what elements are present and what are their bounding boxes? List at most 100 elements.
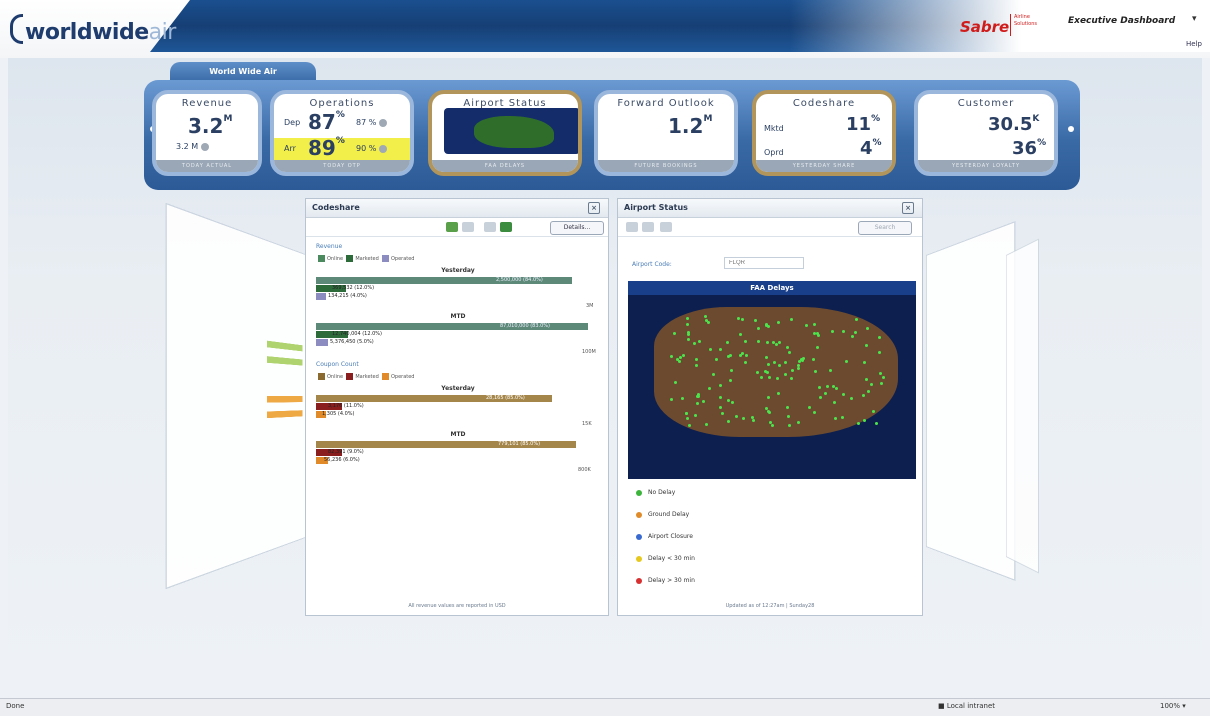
airport-marker-icon[interactable] — [718, 384, 722, 388]
kpi-card-airport-status[interactable]: Airport Status FAA DELAYS — [428, 90, 582, 176]
airport-marker-icon[interactable] — [811, 358, 815, 362]
airport-marker-icon[interactable] — [675, 357, 679, 361]
airport-marker-icon[interactable] — [720, 412, 724, 416]
side-bar — [267, 410, 303, 419]
airport-marker-icon[interactable] — [774, 342, 778, 346]
airport-marker-icon[interactable] — [776, 320, 780, 324]
airport-marker-icon[interactable] — [813, 369, 817, 373]
airport-marker-icon[interactable] — [730, 400, 734, 404]
kpi-card-operations[interactable]: Operations Dep 87% 87 % Arr 89% 90 % TOD… — [270, 90, 414, 176]
airport-marker-icon[interactable] — [834, 386, 838, 390]
airport-marker-icon[interactable] — [862, 360, 866, 364]
airport-marker-icon[interactable] — [777, 340, 781, 344]
airport-marker-icon[interactable] — [864, 377, 868, 381]
filter-icon[interactable] — [484, 222, 496, 232]
airport-marker-icon[interactable] — [738, 332, 742, 336]
airport-marker-icon[interactable] — [791, 368, 795, 372]
airport-marker-icon[interactable] — [728, 353, 732, 357]
airport-marker-icon[interactable] — [743, 360, 747, 364]
airport-marker-icon[interactable] — [684, 411, 688, 415]
airport-marker-icon[interactable] — [770, 423, 774, 427]
airport-marker-icon[interactable] — [726, 420, 730, 424]
airport-marker-icon[interactable] — [697, 392, 700, 396]
airport-marker-icon[interactable] — [863, 419, 867, 423]
search-button[interactable]: Search — [858, 221, 912, 235]
airport-marker-icon[interactable] — [786, 414, 790, 418]
chevron-down-icon[interactable]: ▾ — [1192, 14, 1197, 24]
airport-marker-icon[interactable] — [787, 423, 791, 427]
airport-marker-icon[interactable] — [871, 409, 875, 413]
legend-label: Marketed — [355, 256, 379, 262]
close-icon[interactable]: × — [588, 202, 600, 214]
airport-marker-icon[interactable] — [685, 416, 689, 420]
airport-marker-icon[interactable] — [841, 415, 845, 419]
kpi-tab-world-wide-air[interactable]: World Wide Air — [170, 62, 316, 82]
airport-marker-icon[interactable] — [775, 376, 779, 380]
airport-marker-icon[interactable] — [813, 410, 817, 414]
airport-marker-icon[interactable] — [817, 386, 821, 390]
kpi-card-codeshare[interactable]: Codeshare Mktd 11% Oprd 4% YESTERDAY SHA… — [752, 90, 896, 176]
airport-marker-icon[interactable] — [878, 350, 882, 354]
airport-marker-icon[interactable] — [841, 330, 845, 334]
airport-marker-icon[interactable] — [756, 326, 760, 330]
zoom-control[interactable]: 100% ▾ — [1160, 702, 1186, 710]
airport-marker-icon[interactable] — [687, 423, 691, 427]
airport-marker-icon[interactable] — [697, 339, 701, 343]
airport-marker-icon[interactable] — [784, 372, 787, 376]
kpi-card-revenue[interactable]: Revenue 3.2M 3.2 M TODAY ACTUAL — [152, 90, 262, 176]
airport-marker-icon[interactable] — [815, 345, 819, 349]
airport-marker-icon[interactable] — [823, 391, 827, 395]
airport-marker-icon[interactable] — [866, 326, 870, 330]
airport-marker-icon[interactable] — [797, 366, 801, 370]
faa-delays-map[interactable]: FAA Delays — [628, 281, 916, 479]
airport-toolbar: Search — [618, 218, 922, 237]
side-panel-right-1[interactable] — [926, 221, 1016, 581]
airport-marker-icon[interactable] — [669, 354, 673, 358]
airport-code-input[interactable] — [724, 257, 804, 269]
airport-marker-icon[interactable] — [773, 360, 777, 364]
airport-marker-icon[interactable] — [879, 382, 883, 385]
airport-marker-icon[interactable] — [786, 345, 790, 349]
airport-marker-icon[interactable] — [718, 347, 722, 351]
airport-marker-icon[interactable] — [812, 331, 816, 335]
airport-marker-icon[interactable] — [816, 333, 820, 337]
rail-right-arrow-icon[interactable] — [1068, 126, 1074, 132]
airport-marker-icon[interactable] — [740, 318, 744, 322]
airport-marker-icon[interactable] — [694, 363, 698, 367]
airport-marker-icon[interactable] — [760, 375, 764, 379]
airport-marker-icon[interactable] — [850, 334, 854, 338]
airport-marker-icon[interactable] — [879, 371, 883, 375]
airport-marker-icon[interactable] — [766, 410, 770, 414]
kpi-card-forward-outlook[interactable]: Forward Outlook 1.2M FUTURE BOOKINGS — [594, 90, 738, 176]
airport-marker-icon[interactable] — [757, 339, 761, 343]
side-panel-left[interactable] — [165, 202, 308, 590]
dashboard-selector[interactable]: Executive Dashboard — [1068, 16, 1175, 26]
airport-marker-icon[interactable] — [686, 322, 690, 326]
airport-marker-icon[interactable] — [701, 400, 705, 403]
close-icon[interactable]: × — [902, 202, 914, 214]
table-view-icon[interactable] — [462, 222, 474, 232]
kpi-card-customer[interactable]: Customer 30.5K 36% YESTERDAY LOYALTY — [914, 90, 1058, 176]
airport-marker-icon[interactable] — [833, 416, 837, 420]
map-view-icon[interactable] — [626, 222, 638, 232]
airport-marker-icon[interactable] — [874, 421, 878, 425]
airport-marker-icon[interactable] — [729, 368, 733, 372]
side-panel-right-2[interactable] — [1006, 238, 1039, 574]
help-link[interactable]: Help — [1186, 40, 1202, 48]
airport-marker-icon[interactable] — [841, 392, 845, 396]
airport-marker-icon[interactable] — [695, 402, 699, 406]
airport-marker-icon[interactable] — [818, 396, 822, 400]
airport-marker-icon[interactable] — [853, 331, 857, 335]
airport-marker-icon[interactable] — [766, 340, 770, 344]
excel-export-icon[interactable] — [500, 222, 512, 232]
details-button[interactable]: Details... — [550, 221, 604, 235]
airport-marker-icon[interactable] — [789, 317, 793, 321]
airport-marker-icon[interactable] — [856, 421, 860, 425]
trend-icon — [200, 142, 209, 151]
refresh-icon[interactable] — [660, 222, 672, 232]
airport-marker-icon[interactable] — [849, 396, 853, 400]
airport-marker-icon[interactable] — [687, 330, 691, 334]
list-view-icon[interactable] — [642, 222, 654, 232]
airport-marker-icon[interactable] — [753, 318, 757, 322]
chart-view-icon[interactable] — [446, 222, 458, 232]
